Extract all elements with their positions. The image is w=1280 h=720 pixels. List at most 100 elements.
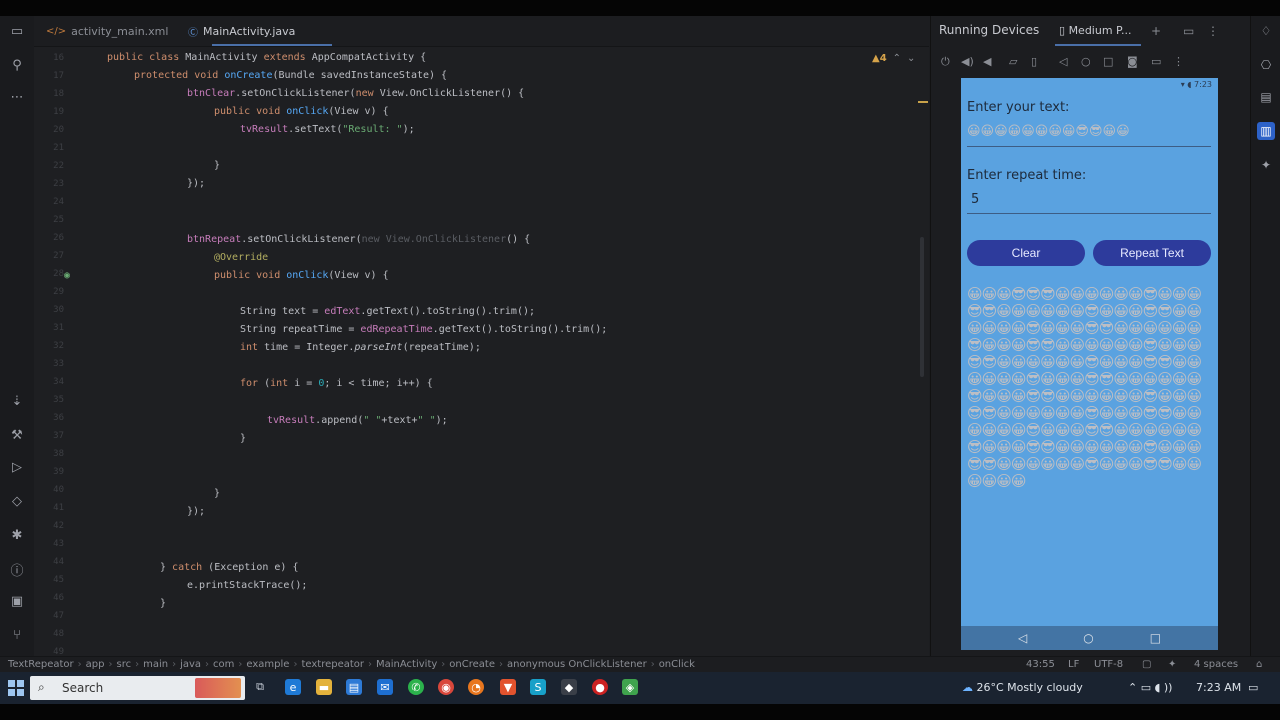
gem-icon[interactable]: ◇	[8, 492, 26, 510]
overview-icon[interactable]: □	[1103, 55, 1113, 68]
window-icon[interactable]: ▭	[1183, 24, 1194, 38]
code-line: tvResult.setText("Result: ");	[240, 124, 415, 135]
gemini-icon[interactable]: ✦	[1257, 156, 1275, 174]
rotate-left-icon[interactable]: ▱	[1009, 55, 1017, 68]
nav-home-icon[interactable]: ○	[1083, 631, 1093, 645]
text-input[interactable]: 😀😀😀😀😀😀😀😀😎😎😀😀	[967, 124, 1211, 147]
android-studio-taskbar-icon[interactable]: ◈	[622, 679, 638, 695]
code-line: }	[160, 598, 167, 609]
device-tab[interactable]: ▯ Medium P...	[1059, 24, 1131, 37]
running-devices-header: Running Devices ▯ Medium P... + ▭ ⋮	[931, 16, 1251, 46]
breadcrumb-separator: ›	[238, 659, 243, 670]
run-icon[interactable]: ▷	[8, 458, 26, 476]
problems-icon[interactable]: ⓘ	[8, 560, 26, 579]
code-editor[interactable]: ▲4 ⌃ ⌄ 16 17 18 19 20 21 22 23 24 25 26 27 28 29 30 31 3…	[34, 47, 929, 657]
android-studio-window: ▭ ⚲ ⋯ ⇣ ⚒ ▷ ◇ ✱ ⓘ ▣ ⑂ </> activity_main.…	[0, 16, 1280, 673]
breadcrumb-item[interactable]: onClick	[659, 659, 695, 670]
line-separator[interactable]: LF	[1068, 659, 1079, 670]
breadcrumb-item[interactable]: src	[116, 659, 131, 670]
running-devices-icon[interactable]: ▥	[1257, 122, 1275, 140]
edge-icon[interactable]: e	[285, 679, 301, 695]
taskbar-search[interactable]: ⌕ Search	[30, 676, 245, 700]
record-app-icon[interactable]: ●	[592, 679, 608, 695]
left-tool-strip: ▭ ⚲ ⋯ ⇣ ⚒ ▷ ◇ ✱ ⓘ ▣ ⑂	[0, 16, 35, 656]
notification-center-icon[interactable]: ▭	[1248, 681, 1258, 694]
code-line: }	[214, 488, 221, 499]
volume-down-icon[interactable]: ◀	[983, 55, 991, 68]
tab-activity-main-xml[interactable]: </> activity_main.xml	[46, 22, 168, 40]
power-icon[interactable]: ⏻	[941, 55, 950, 69]
file-explorer-icon[interactable]: ▬	[316, 679, 332, 695]
store-icon[interactable]: ▤	[346, 679, 362, 695]
override-gutter-icon[interactable]: ◉	[64, 270, 70, 282]
lock-icon[interactable]: ⌂	[1256, 659, 1262, 670]
breadcrumb-separator: ›	[498, 659, 503, 670]
tab-main-activity-java[interactable]: Ⓒ MainActivity.java	[188, 22, 295, 40]
breadcrumb-item[interactable]: main	[143, 659, 168, 670]
editor-tabs: </> activity_main.xml Ⓒ MainActivity.jav…	[34, 16, 929, 47]
breadcrumb-item[interactable]: java	[180, 659, 201, 670]
code-line: @Override	[214, 252, 269, 263]
bug-icon[interactable]: ✱	[8, 526, 26, 544]
whatsapp-icon[interactable]: ✆	[408, 679, 424, 695]
clear-button[interactable]: Clear	[967, 240, 1085, 266]
logcat-icon[interactable]: ⇣	[8, 392, 26, 410]
options-icon[interactable]: ⋮	[1207, 24, 1219, 38]
breadcrumb-item[interactable]: anonymous OnClickListener	[507, 659, 647, 670]
code-line: protected void onCreate(Bundle savedInst…	[134, 70, 448, 81]
breadcrumb-item[interactable]: app	[86, 659, 105, 670]
notifications-icon[interactable]: ♢	[1257, 22, 1275, 40]
terminal-icon[interactable]: ▣	[8, 592, 26, 610]
nav-recents-icon[interactable]: □	[1150, 631, 1161, 645]
app-icon[interactable]: S	[530, 679, 546, 695]
breadcrumb-separator: ›	[293, 659, 298, 670]
clock[interactable]: 7:23 AM	[1196, 681, 1241, 694]
breadcrumb-item[interactable]: com	[213, 659, 234, 670]
ai-icon[interactable]: ✦	[1168, 659, 1176, 670]
device-manager-icon[interactable]: ▤	[1257, 88, 1275, 106]
bottom-black-bar	[0, 704, 1280, 720]
task-view-icon[interactable]: ⧉	[252, 679, 268, 695]
breadcrumb-item[interactable]: example	[246, 659, 289, 670]
breadcrumb-item[interactable]: onCreate	[449, 659, 495, 670]
breadcrumb-item[interactable]: MainActivity	[376, 659, 437, 670]
weather-widget[interactable]: ☁ 26°C Mostly cloudy	[962, 681, 1083, 694]
tray-icons[interactable]: ⌃ ▭ ◖ ))	[1128, 681, 1172, 694]
breadcrumb-item[interactable]: textrepeator	[301, 659, 364, 670]
xml-file-icon: </>	[46, 25, 67, 37]
nav-back-icon[interactable]: ◁	[1018, 631, 1027, 645]
volume-up-icon[interactable]: ◀)	[961, 55, 974, 68]
mail-icon[interactable]: ✉	[377, 679, 393, 695]
repeat-text-button[interactable]: Repeat Text	[1093, 240, 1211, 266]
indent-setting[interactable]: 4 spaces	[1194, 659, 1238, 670]
breadcrumb-separator: ›	[77, 659, 82, 670]
windows-start-icon[interactable]	[8, 680, 24, 696]
breadcrumb-item[interactable]: TextRepeator	[8, 659, 74, 670]
home-icon[interactable]: ○	[1081, 55, 1091, 68]
emulator-screen[interactable]: ▾ ◖ 7:23 Enter your text: 😀😀😀😀😀😀😀😀😎😎😀😀 E…	[961, 78, 1218, 650]
chrome-icon[interactable]: ◉	[438, 679, 454, 695]
record-icon[interactable]: ▭	[1151, 55, 1161, 68]
brave-icon[interactable]: ▼	[500, 679, 516, 695]
phone-status-bar: ▾ ◖ 7:23	[1180, 80, 1212, 89]
screenshot-icon[interactable]: ◙	[1127, 55, 1138, 68]
more-icon[interactable]: ⋮	[1173, 55, 1184, 68]
structure-icon[interactable]: ⚲	[8, 56, 26, 74]
more-icon[interactable]: ⋯	[8, 88, 26, 106]
git-icon[interactable]: ⑂	[8, 626, 26, 644]
vpn-icon[interactable]: ◆	[561, 679, 577, 695]
readonly-icon[interactable]: ▢	[1142, 659, 1151, 670]
breadcrumb-separator: ›	[368, 659, 373, 670]
back-icon[interactable]: ◁	[1059, 55, 1067, 68]
repeat-input[interactable]: 5	[967, 192, 1211, 214]
phone-nav-bar: ◁ ○ □	[961, 626, 1218, 650]
text-label: Enter your text:	[967, 100, 1070, 115]
gradle-icon[interactable]: ⎔	[1257, 56, 1275, 74]
file-encoding[interactable]: UTF-8	[1094, 659, 1123, 670]
project-folder-icon[interactable]: ▭	[8, 22, 26, 40]
firefox-icon[interactable]: ◔	[468, 679, 484, 695]
rotate-right-icon[interactable]: ▯	[1031, 55, 1037, 68]
cursor-position[interactable]: 43:55	[1026, 659, 1055, 670]
add-device-icon[interactable]: +	[1151, 24, 1161, 38]
build-hammer-icon[interactable]: ⚒	[8, 426, 26, 444]
